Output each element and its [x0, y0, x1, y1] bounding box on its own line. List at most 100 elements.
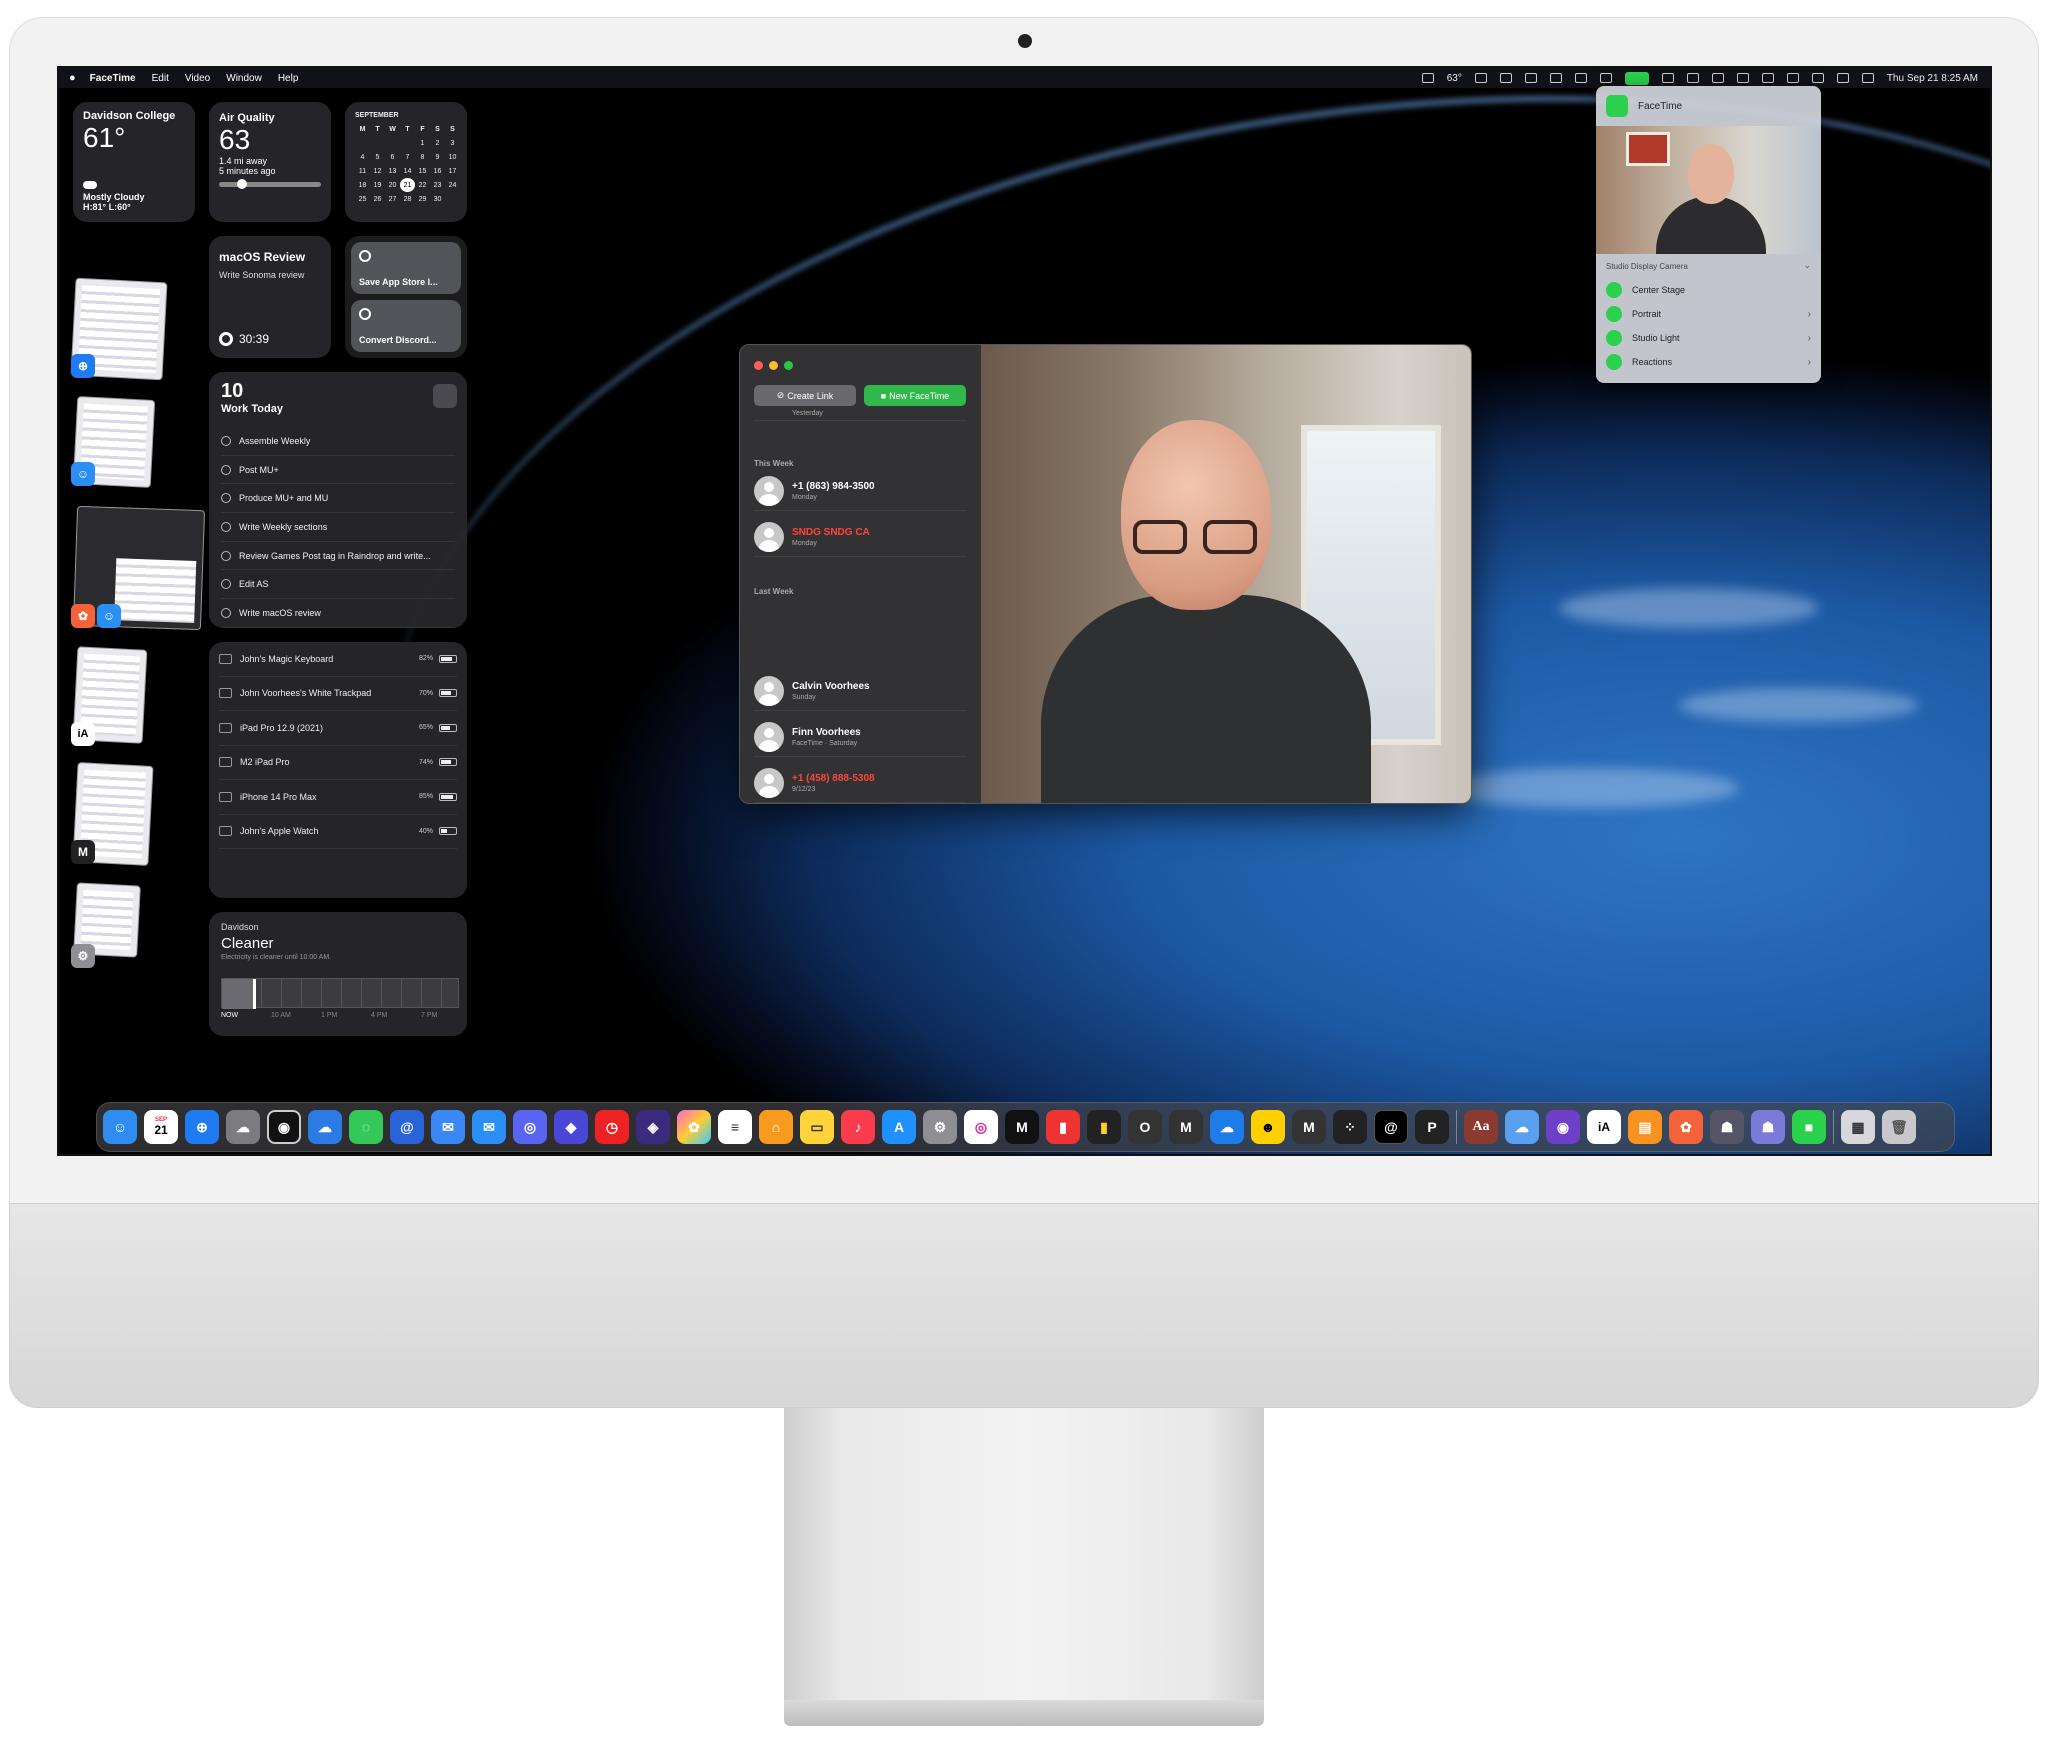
p-app-icon[interactable]: P — [1415, 1110, 1449, 1144]
shortcut-save-app-store[interactable]: Save App Store l... — [351, 242, 461, 294]
calendar-day[interactable]: 8 — [415, 150, 430, 164]
menu-help[interactable]: Help — [278, 73, 299, 84]
checkbox-icon[interactable] — [221, 579, 231, 590]
calendar-day[interactable]: 7 — [400, 150, 415, 164]
bookmark-yellow-icon[interactable]: ▮ — [1087, 1110, 1121, 1144]
facetime-icon[interactable]: ■ — [1792, 1110, 1826, 1144]
facetime-status-icon[interactable] — [1624, 71, 1649, 85]
task-item[interactable]: Review Games Post tag in Raindrop and wr… — [221, 542, 455, 571]
grid-icon[interactable] — [1661, 73, 1674, 83]
moon-icon[interactable] — [1599, 73, 1612, 83]
calendar-day[interactable]: 22 — [415, 178, 430, 192]
calendar-day[interactable]: 12 — [370, 164, 385, 178]
task-item[interactable]: Edit AS — [221, 570, 455, 600]
task-item[interactable]: Produce MU+ and MU — [221, 484, 455, 514]
mimestream-icon[interactable]: ✉ — [431, 1110, 465, 1144]
chevron-down-icon[interactable]: ⌄ — [1803, 260, 1811, 271]
calendar-widget[interactable]: SEPTEMBER MTWTFSS 1 2 3 4 5 6 7 8 9 10 11 12 13 14 15 1… — [345, 102, 467, 222]
call-row[interactable]: +1 (863) 984-3500 Monday — [754, 471, 966, 511]
task-item[interactable]: Write Weekly sections — [221, 513, 455, 542]
calendar-day[interactable]: 1 — [415, 136, 430, 150]
calendar-day[interactable]: 3 — [445, 136, 460, 150]
new-facetime-button[interactable]: ■ New FaceTime — [864, 385, 966, 406]
calendar-day[interactable]: 23 — [430, 178, 445, 192]
camera-name[interactable]: Studio Display Camera — [1606, 262, 1688, 271]
apple-menu-icon[interactable]: ● — [69, 72, 76, 84]
calendar-day[interactable]: 15 — [415, 164, 430, 178]
dictionary-icon[interactable]: Aa — [1464, 1110, 1498, 1144]
m-dark-app-icon[interactable]: M — [1169, 1110, 1203, 1144]
call-row[interactable]: SNDG SNDG CA Monday — [754, 517, 966, 557]
cloud-app-icon[interactable]: ☁ — [1210, 1110, 1244, 1144]
calendar-day[interactable] — [445, 192, 460, 206]
tasks-widget[interactable]: 10 Work Today Assemble Weekly Post MU+ Pro… — [209, 372, 467, 628]
calendar-day[interactable]: 21 — [400, 178, 415, 192]
calendar-day[interactable]: 24 — [445, 178, 460, 192]
add-task-icon[interactable] — [433, 384, 457, 408]
m-gray-app-icon[interactable]: M — [1292, 1110, 1326, 1144]
volume-icon[interactable] — [1786, 73, 1799, 83]
robot-icon[interactable]: ☗ — [1710, 1110, 1744, 1144]
call-row[interactable]: Calvin Voorhees Sunday — [754, 671, 966, 711]
battery-icon[interactable] — [1836, 73, 1849, 83]
calendar-day[interactable]: 29 — [415, 192, 430, 206]
checkbox-icon[interactable] — [221, 464, 231, 475]
call-row[interactable]: +1 (458) 888-5308 9/12/23 — [754, 763, 966, 803]
messages-icon[interactable]: ◌ — [349, 1110, 383, 1144]
calendar-day[interactable] — [370, 136, 385, 150]
calendar-day[interactable]: 13 — [385, 164, 400, 178]
menu-item-portrait[interactable]: Portrait › — [1606, 302, 1811, 326]
m-app-icon[interactable]: M — [1005, 1110, 1039, 1144]
notes-icon[interactable]: ▭ — [800, 1110, 834, 1144]
create-link-button[interactable]: ⊘ Create Link — [754, 385, 856, 406]
o-app-icon[interactable]: O — [1128, 1110, 1162, 1144]
trash-icon[interactable]: 🗑 — [1882, 1110, 1916, 1144]
sidebar-icon[interactable] — [1524, 73, 1537, 83]
zoom-icon[interactable] — [784, 361, 793, 370]
calendar-day[interactable]: 14 — [400, 164, 415, 178]
call-row-partial[interactable]: Yesterday — [754, 409, 966, 421]
calendar-day[interactable]: 11 — [355, 164, 370, 178]
calendar-day[interactable]: 9 — [430, 150, 445, 164]
obsidian-icon[interactable]: ◈ — [636, 1110, 670, 1144]
downloads-folder-icon[interactable]: ▦ — [1841, 1110, 1875, 1144]
bookmark-red-icon[interactable]: ▮ — [1046, 1110, 1080, 1144]
control-center-icon[interactable] — [1861, 73, 1874, 83]
books-icon[interactable]: ▤ — [1628, 1110, 1662, 1144]
mail-icon[interactable]: @ — [390, 1110, 424, 1144]
github-icon[interactable]: ◉ — [1546, 1110, 1580, 1144]
task-item[interactable]: Post MU+ — [221, 456, 455, 485]
calendar-day[interactable] — [385, 136, 400, 150]
settings-icon[interactable]: ⚙ — [923, 1110, 957, 1144]
calendar-day[interactable]: 2 — [430, 136, 445, 150]
bookmark-icon[interactable] — [1474, 73, 1487, 83]
discord-icon[interactable]: ◎ — [513, 1110, 547, 1144]
home-icon[interactable]: ⌂ — [759, 1110, 793, 1144]
calendar-icon[interactable]: SEP 21 — [144, 1110, 178, 1144]
checkbox-icon[interactable] — [221, 607, 231, 618]
checkbox-icon[interactable] — [221, 493, 231, 504]
menu-item-center-stage[interactable]: Center Stage — [1606, 278, 1811, 302]
music-icon[interactable]: ♪ — [841, 1110, 875, 1144]
calendar-day[interactable]: 26 — [370, 192, 385, 206]
task-item[interactable]: Write macOS review — [221, 599, 455, 628]
checkbox-icon[interactable] — [221, 435, 231, 446]
calendar-day[interactable]: 6 — [385, 150, 400, 164]
envelope-icon[interactable]: ✉ — [472, 1110, 506, 1144]
weather-status[interactable]: 63° — [1447, 73, 1462, 84]
calendar-day[interactable]: 20 — [385, 178, 400, 192]
wifi-icon[interactable] — [1761, 73, 1774, 83]
dots-app-icon[interactable]: ⁘ — [1333, 1110, 1367, 1144]
air-quality-widget[interactable]: Air Quality 63 1.4 mi away 5 minutes ago — [209, 102, 331, 222]
review-timer-widget[interactable]: macOS Review Write Sonoma review 30:39 — [209, 236, 331, 358]
menu-window[interactable]: Window — [226, 73, 262, 84]
app-store-icon[interactable]: A — [882, 1110, 916, 1144]
calendar-day[interactable]: 18 — [355, 178, 370, 192]
weather-widget[interactable]: Davidson College 61° Mostly Cloudy H:81°… — [73, 102, 195, 222]
safari-icon[interactable]: ⊕ — [185, 1110, 219, 1144]
calendar-day[interactable]: 10 — [445, 150, 460, 164]
cloud-storage-icon[interactable]: ☁ — [1505, 1110, 1539, 1144]
clean-energy-widget[interactable]: Davidson Cleaner Electricity is cleaner … — [209, 912, 467, 1036]
menu-app-name[interactable]: FaceTime — [90, 73, 136, 84]
calendar-day[interactable]: 16 — [430, 164, 445, 178]
